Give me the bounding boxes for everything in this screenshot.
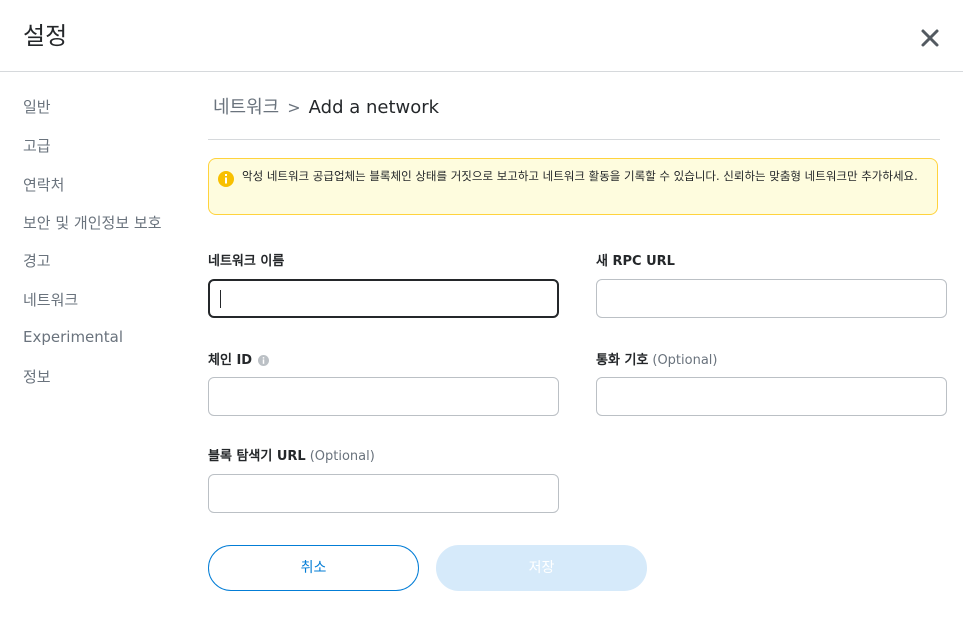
sidebar-item-advanced[interactable]: 고급 [23,135,51,156]
close-button[interactable] [916,24,944,52]
breadcrumb: 네트워크 > Add a network [213,93,439,119]
sidebar-item-contacts[interactable]: 연락처 [23,174,64,195]
breadcrumb-separator: > [287,98,301,117]
warning-banner: 악성 네트워크 공급업체는 블록체인 상태를 거짓으로 보고하고 네트워크 활동… [208,158,938,215]
sidebar-item-alerts[interactable]: 경고 [23,250,51,271]
currency-symbol-input[interactable] [596,377,947,416]
header: 설정 [0,0,963,72]
optional-tag: (Optional) [652,353,718,368]
chain-id-label: 체인 ID [208,349,270,368]
optional-tag: (Optional) [309,449,375,464]
warning-text: 악성 네트워크 공급업체는 블록체인 상태를 거짓으로 보고하고 네트워크 활동… [242,169,918,183]
block-explorer-input[interactable] [208,474,559,513]
network-name-label-text: 네트워크 이름 [208,254,285,269]
sidebar-item-networks[interactable]: 네트워크 [23,289,78,310]
currency-symbol-label-text: 통화 기호 [596,353,649,368]
sidebar-item-experimental[interactable]: Experimental [23,328,123,346]
chain-id-label-text: 체인 ID [208,353,253,368]
block-explorer-label-text: 블록 탐색기 URL [208,449,306,464]
info-icon[interactable] [258,355,270,366]
page-title: 설정 [23,22,68,50]
chain-id-input[interactable] [208,377,559,416]
cancel-button[interactable]: 취소 [208,545,419,591]
rpc-url-input[interactable] [596,279,947,318]
breadcrumb-networks[interactable]: 네트워크 [213,97,279,118]
network-name-label: 네트워크 이름 [208,250,284,269]
text-caret [220,290,221,308]
info-icon [218,171,234,187]
block-explorer-label: 블록 탐색기 URL (Optional) [208,445,375,464]
network-name-input[interactable] [208,279,559,318]
breadcrumb-current: Add a network [308,97,440,118]
sidebar-item-security[interactable]: 보안 및 개인정보 보호 [23,212,162,233]
save-button[interactable]: 저장 [436,545,647,591]
close-icon [921,29,939,47]
settings-window: 설정 일반 고급 연락처 보안 및 개인정보 보호 경고 네트워크 Experi… [0,0,963,643]
divider [208,139,940,140]
rpc-url-label-text: 새 RPC URL [596,254,675,269]
rpc-url-label: 새 RPC URL [596,250,675,269]
currency-symbol-label: 통화 기호 (Optional) [596,349,717,368]
sidebar-item-general[interactable]: 일반 [23,96,51,117]
sidebar-item-about[interactable]: 정보 [23,366,51,387]
